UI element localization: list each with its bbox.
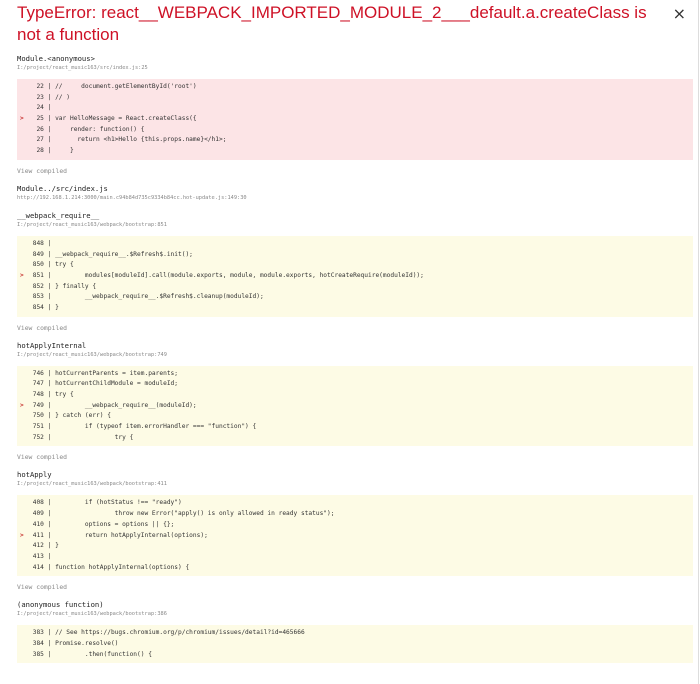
code-line: 408 | if (hotStatus !== "ready") — [17, 498, 693, 509]
code-line: 28 | } — [17, 146, 693, 157]
code-snippet: 746 | hotCurrentParents = item.parents; … — [17, 365, 693, 447]
code-snippet: 383 | // See https://bugs.chromium.org/p… — [17, 625, 693, 664]
code-line: 750 | } catch (err) { — [17, 411, 693, 422]
code-line-text: 383 | // See https://bugs.chromium.org/p… — [29, 629, 305, 637]
view-compiled-link[interactable]: View compiled — [17, 582, 693, 592]
code-line: 383 | // See https://bugs.chromium.org/p… — [17, 628, 693, 639]
code-line: 24 | — [17, 103, 693, 114]
code-line: 853 | __webpack_require__.$Refresh$.clea… — [17, 292, 693, 303]
code-line: 748 | try { — [17, 390, 693, 401]
code-line-text: 411 | return hotApplyInternal(options); — [29, 531, 208, 539]
code-line: 850 | try { — [17, 260, 693, 271]
code-line: 854 | } — [17, 303, 693, 314]
frame-function-name: __webpack_require__ — [17, 210, 100, 220]
code-line: 409 | throw new Error("apply() is only a… — [17, 509, 693, 520]
code-line: 384 | Promise.resolve() — [17, 639, 693, 650]
code-line: 752 | try { — [17, 433, 693, 444]
code-line-text: 24 | — [29, 104, 52, 112]
code-line-text: 385 | .then(function() { — [29, 650, 152, 658]
frame-file-location[interactable]: http://192.168.1.214:3000/main.c94b84d73… — [17, 194, 693, 203]
stack-frame: Module../src/index.js http://192.168.1.21… — [17, 184, 693, 203]
code-line: 746 | hotCurrentParents = item.parents; — [17, 369, 693, 380]
error-title: TypeError: react__WEBPACK_IMPORTED_MODUL… — [17, 3, 647, 44]
error-overlay: TypeError: react__WEBPACK_IMPORTED_MODUL… — [0, 0, 699, 684]
code-line: 413 | — [17, 552, 693, 563]
code-line-text: 22 | // document.getElementById('root') — [29, 83, 197, 90]
frame-file-location[interactable]: I:/project/react_music163/src/index.js:2… — [17, 64, 693, 73]
code-line-text: 850 | try { — [29, 261, 74, 269]
frame-file-location[interactable]: I:/project/react_music163/webpack/bootst… — [17, 610, 693, 619]
code-line-text: 746 | hotCurrentParents = item.parents; — [29, 369, 179, 377]
code-line-highlighted: > 749 | __webpack_require__(moduleId); — [17, 401, 693, 412]
code-line: 848 | — [17, 239, 693, 250]
code-line-text: 414 | function hotApplyInternal(options)… — [29, 563, 190, 571]
code-line-text: 852 | } finally { — [29, 282, 97, 290]
code-line-text: 413 | — [29, 552, 52, 560]
frame-file-location[interactable]: I:/project/react_music163/webpack/bootst… — [17, 351, 693, 360]
code-line: 849 | __webpack_require__.$Refresh$.init… — [17, 250, 693, 261]
code-line-text: 851 | modules[moduleId].call(module.expo… — [29, 271, 424, 279]
code-line-text: 748 | try { — [29, 391, 74, 398]
code-line: 22 | // document.getElementById('root') — [17, 82, 693, 93]
code-line-text: 854 | } — [29, 303, 59, 311]
code-line-text: 752 | try { — [29, 433, 134, 441]
frame-file-location[interactable]: I:/project/react_music163/webpack/bootst… — [17, 480, 693, 489]
code-line-text: 849 | __webpack_require__.$Refresh$.init… — [29, 250, 193, 258]
code-snippet: 22 | // document.getElementById('root') … — [17, 79, 693, 160]
code-line-text: 751 | if (typeof item.errorHandler === "… — [29, 423, 257, 431]
stack-frame: hotApplyInternal I:/project/react_music16… — [17, 341, 693, 463]
stack-frames: Module.<anonymous> I:/project/react_music… — [17, 54, 693, 671]
code-line: 412 | } — [17, 541, 693, 552]
error-line-marker: > — [20, 401, 24, 409]
code-line-text: 23 | // ) — [29, 93, 70, 101]
code-line: 414 | function hotApplyInternal(options)… — [17, 563, 693, 574]
code-line-highlighted: > 851 | modules[moduleId].call(module.ex… — [17, 271, 693, 282]
code-line: 27 | return <h1>Hello {this.props.name}<… — [17, 135, 693, 146]
code-line: 385 | .then(function() { — [17, 650, 693, 661]
code-line-highlighted: > 25 | var HelloMessage = React.createCl… — [17, 114, 693, 125]
code-line-text: 412 | } — [29, 542, 59, 550]
code-line-text: 25 | var HelloMessage = React.createClas… — [29, 115, 197, 123]
frame-function-name: hotApplyInternal — [17, 340, 87, 350]
view-compiled-link[interactable]: View compiled — [17, 323, 693, 333]
code-line: 26 | render: function() { — [17, 125, 693, 136]
code-line-text: 408 | if (hotStatus !== "ready") — [29, 499, 182, 507]
code-line-text: 747 | hotCurrentChildModule = moduleId; — [29, 380, 179, 388]
code-line-text: 853 | __webpack_require__.$Refresh$.clea… — [29, 293, 264, 301]
error-line-marker: > — [20, 531, 24, 539]
stack-frame: Module.<anonymous> I:/project/react_music… — [17, 54, 693, 176]
code-line-text: 26 | render: function() { — [29, 125, 145, 133]
close-icon[interactable]: × — [673, 6, 686, 22]
code-line-text: 409 | throw new Error("apply() is only a… — [29, 510, 335, 518]
frame-function-name: Module../src/index.js — [17, 183, 108, 193]
error-line-marker: > — [20, 115, 24, 123]
code-line: 852 | } finally { — [17, 282, 693, 293]
code-snippet: 848 | 849 | __webpack_require__.$Refresh… — [17, 235, 693, 317]
code-line: 410 | options = options || {}; — [17, 520, 693, 531]
code-line-text: 27 | return <h1>Hello {this.props.name}<… — [29, 136, 227, 144]
view-compiled-link[interactable]: View compiled — [17, 452, 693, 462]
stack-frame: (anonymous function) I:/project/react_mus… — [17, 600, 693, 664]
view-compiled-link[interactable]: View compiled — [17, 166, 693, 176]
error-line-marker: > — [20, 271, 24, 279]
code-line-text: 28 | } — [29, 147, 74, 155]
code-line: 23 | // ) — [17, 93, 693, 104]
code-line: 747 | hotCurrentChildModule = moduleId; — [17, 379, 693, 390]
stack-frame: __webpack_require__ I:/project/react_musi… — [17, 211, 693, 333]
code-line: 751 | if (typeof item.errorHandler === "… — [17, 422, 693, 433]
stack-frame: hotApply I:/project/react_music163/webpac… — [17, 470, 693, 592]
code-snippet: 408 | if (hotStatus !== "ready") 409 | t… — [17, 495, 693, 577]
code-line-text: 749 | __webpack_require__(moduleId); — [29, 401, 197, 409]
code-line-text: 384 | Promise.resolve() — [29, 639, 119, 647]
code-line-text: 410 | options = options || {}; — [29, 520, 175, 528]
code-line-text: 750 | } catch (err) { — [29, 412, 111, 420]
frame-function-name: (anonymous function) — [17, 600, 104, 610]
code-line-text: 848 | — [29, 239, 52, 247]
frame-file-location[interactable]: I:/project/react_music163/webpack/bootst… — [17, 221, 693, 230]
frame-function-name: hotApply — [17, 470, 52, 480]
frame-function-name: Module.<anonymous> — [17, 54, 95, 63]
code-line-highlighted: > 411 | return hotApplyInternal(options)… — [17, 531, 693, 542]
